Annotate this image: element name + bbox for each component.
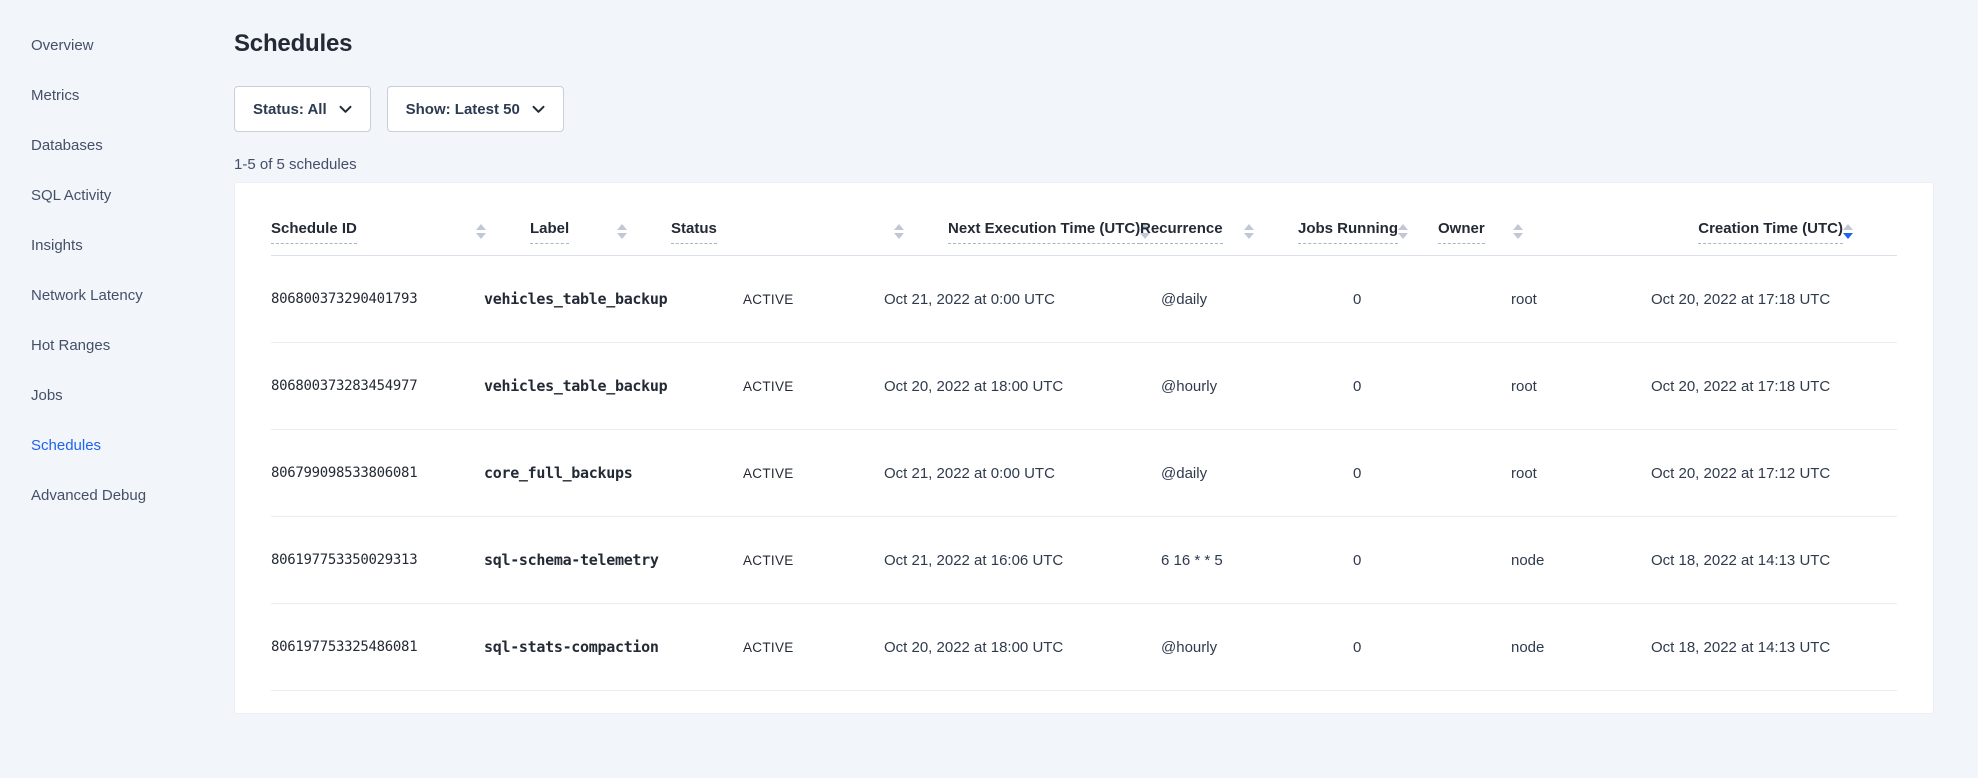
cell-jobs-running: 0 <box>1353 552 1511 569</box>
cell-recurrence: @daily <box>1161 465 1353 482</box>
cell-status: ACTIVE <box>743 292 884 307</box>
cell-owner: root <box>1511 465 1651 482</box>
table-row: 806800373290401793 vehicles_table_backup… <box>271 256 1897 343</box>
sidebar: OverviewMetricsDatabasesSQL ActivityInsi… <box>0 0 186 778</box>
cell-jobs-running: 0 <box>1353 291 1511 308</box>
cell-schedule-id: 806800373290401793 <box>271 291 484 307</box>
status-filter-label: Status: All <box>253 101 327 118</box>
chevron-down-icon <box>532 105 545 114</box>
cell-label: sql-stats-compaction <box>484 638 743 656</box>
cell-jobs-running: 0 <box>1353 465 1511 482</box>
show-filter-label: Show: Latest 50 <box>406 101 520 118</box>
cell-owner: root <box>1511 291 1651 308</box>
column-header-jobs-running[interactable]: Jobs Running <box>1298 220 1438 255</box>
sort-icon[interactable] <box>894 224 904 239</box>
column-header-recurrence[interactable]: Recurrence <box>1140 220 1298 255</box>
cell-creation-time: Oct 18, 2022 at 14:13 UTC <box>1651 639 1897 656</box>
sidebar-item-metrics[interactable]: Metrics <box>0 70 186 120</box>
cell-creation-time: Oct 18, 2022 at 14:13 UTC <box>1651 552 1897 569</box>
table-row: 806799098533806081 core_full_backups ACT… <box>271 430 1897 517</box>
sort-icon[interactable] <box>1244 224 1254 239</box>
column-header-label: Jobs Running <box>1298 220 1398 244</box>
chevron-down-icon <box>339 105 352 114</box>
sidebar-item-hot-ranges[interactable]: Hot Ranges <box>0 320 186 370</box>
sidebar-item-insights[interactable]: Insights <box>0 220 186 270</box>
column-header-schedule-id[interactable]: Schedule ID <box>271 220 530 255</box>
sort-icon[interactable] <box>1398 224 1408 239</box>
cell-jobs-running: 0 <box>1353 639 1511 656</box>
sidebar-item-overview[interactable]: Overview <box>0 20 186 70</box>
cell-schedule-id: 806800373283454977 <box>271 378 484 394</box>
cell-schedule-id: 806197753350029313 <box>271 552 484 568</box>
cell-recurrence: @hourly <box>1161 378 1353 395</box>
cell-creation-time: Oct 20, 2022 at 17:12 UTC <box>1651 465 1897 482</box>
sort-icon[interactable] <box>1843 224 1853 239</box>
cell-status: ACTIVE <box>743 466 884 481</box>
sort-icon[interactable] <box>1513 224 1523 239</box>
cell-next-execution-time: Oct 21, 2022 at 0:00 UTC <box>884 465 1161 482</box>
schedules-table: Schedule ID Label Status Next Execution … <box>234 182 1934 714</box>
column-header-label: Next Execution Time (UTC) <box>948 220 1140 244</box>
table-header: Schedule ID Label Status Next Execution … <box>271 183 1897 256</box>
filter-bar: Status: All Show: Latest 50 <box>234 86 1934 132</box>
sidebar-item-sql-activity[interactable]: SQL Activity <box>0 170 186 220</box>
column-header-label: Label <box>530 220 569 244</box>
cell-status: ACTIVE <box>743 553 884 568</box>
column-header-label: Schedule ID <box>271 220 357 244</box>
status-filter-dropdown[interactable]: Status: All <box>234 86 371 132</box>
sort-icon[interactable] <box>617 224 627 239</box>
table-row: 806800373283454977 vehicles_table_backup… <box>271 343 1897 430</box>
cell-creation-time: Oct 20, 2022 at 17:18 UTC <box>1651 291 1897 308</box>
main-content: Schedules Status: All Show: Latest 50 1-… <box>186 0 1978 778</box>
cell-schedule-id: 806799098533806081 <box>271 465 484 481</box>
sidebar-item-jobs[interactable]: Jobs <box>0 370 186 420</box>
table-body: 806800373290401793 vehicles_table_backup… <box>235 256 1933 691</box>
column-header-label: Status <box>671 220 717 244</box>
column-header-label[interactable]: Label <box>530 220 671 255</box>
cell-schedule-id: 806197753325486081 <box>271 639 484 655</box>
cell-next-execution-time: Oct 21, 2022 at 0:00 UTC <box>884 291 1161 308</box>
sidebar-item-advanced-debug[interactable]: Advanced Debug <box>0 470 186 520</box>
column-header-label: Owner <box>1438 220 1485 244</box>
cell-label: sql-schema-telemetry <box>484 551 743 569</box>
cell-status: ACTIVE <box>743 640 884 655</box>
table-row: 806197753350029313 sql-schema-telemetry … <box>271 517 1897 604</box>
schedules-page: OverviewMetricsDatabasesSQL ActivityInsi… <box>0 0 1978 778</box>
show-filter-dropdown[interactable]: Show: Latest 50 <box>387 86 564 132</box>
cell-next-execution-time: Oct 21, 2022 at 16:06 UTC <box>884 552 1161 569</box>
cell-status: ACTIVE <box>743 379 884 394</box>
cell-label: vehicles_table_backup <box>484 290 743 308</box>
sort-icon[interactable] <box>476 224 486 239</box>
column-header-label: Recurrence <box>1140 220 1223 244</box>
column-header-status[interactable]: Status <box>671 220 948 255</box>
cell-next-execution-time: Oct 20, 2022 at 18:00 UTC <box>884 639 1161 656</box>
page-title: Schedules <box>234 30 1934 58</box>
sidebar-item-databases[interactable]: Databases <box>0 120 186 170</box>
column-header-owner[interactable]: Owner <box>1438 220 1698 255</box>
cell-recurrence: 6 16 * * 5 <box>1161 552 1353 569</box>
column-header-creation-time-utc[interactable]: Creation Time (UTC) <box>1698 220 1897 255</box>
results-count: 1-5 of 5 schedules <box>234 156 1934 173</box>
cell-label: core_full_backups <box>484 464 743 482</box>
cell-owner: node <box>1511 639 1651 656</box>
cell-owner: node <box>1511 552 1651 569</box>
table-row: 806197753325486081 sql-stats-compaction … <box>271 604 1897 691</box>
cell-recurrence: @daily <box>1161 291 1353 308</box>
cell-label: vehicles_table_backup <box>484 377 743 395</box>
cell-owner: root <box>1511 378 1651 395</box>
cell-jobs-running: 0 <box>1353 378 1511 395</box>
cell-next-execution-time: Oct 20, 2022 at 18:00 UTC <box>884 378 1161 395</box>
sidebar-item-network-latency[interactable]: Network Latency <box>0 270 186 320</box>
cell-recurrence: @hourly <box>1161 639 1353 656</box>
sidebar-item-schedules[interactable]: Schedules <box>0 420 186 470</box>
column-header-next-execution-time-utc[interactable]: Next Execution Time (UTC) <box>948 220 1140 255</box>
column-header-label: Creation Time (UTC) <box>1698 220 1843 244</box>
cell-creation-time: Oct 20, 2022 at 17:18 UTC <box>1651 378 1897 395</box>
